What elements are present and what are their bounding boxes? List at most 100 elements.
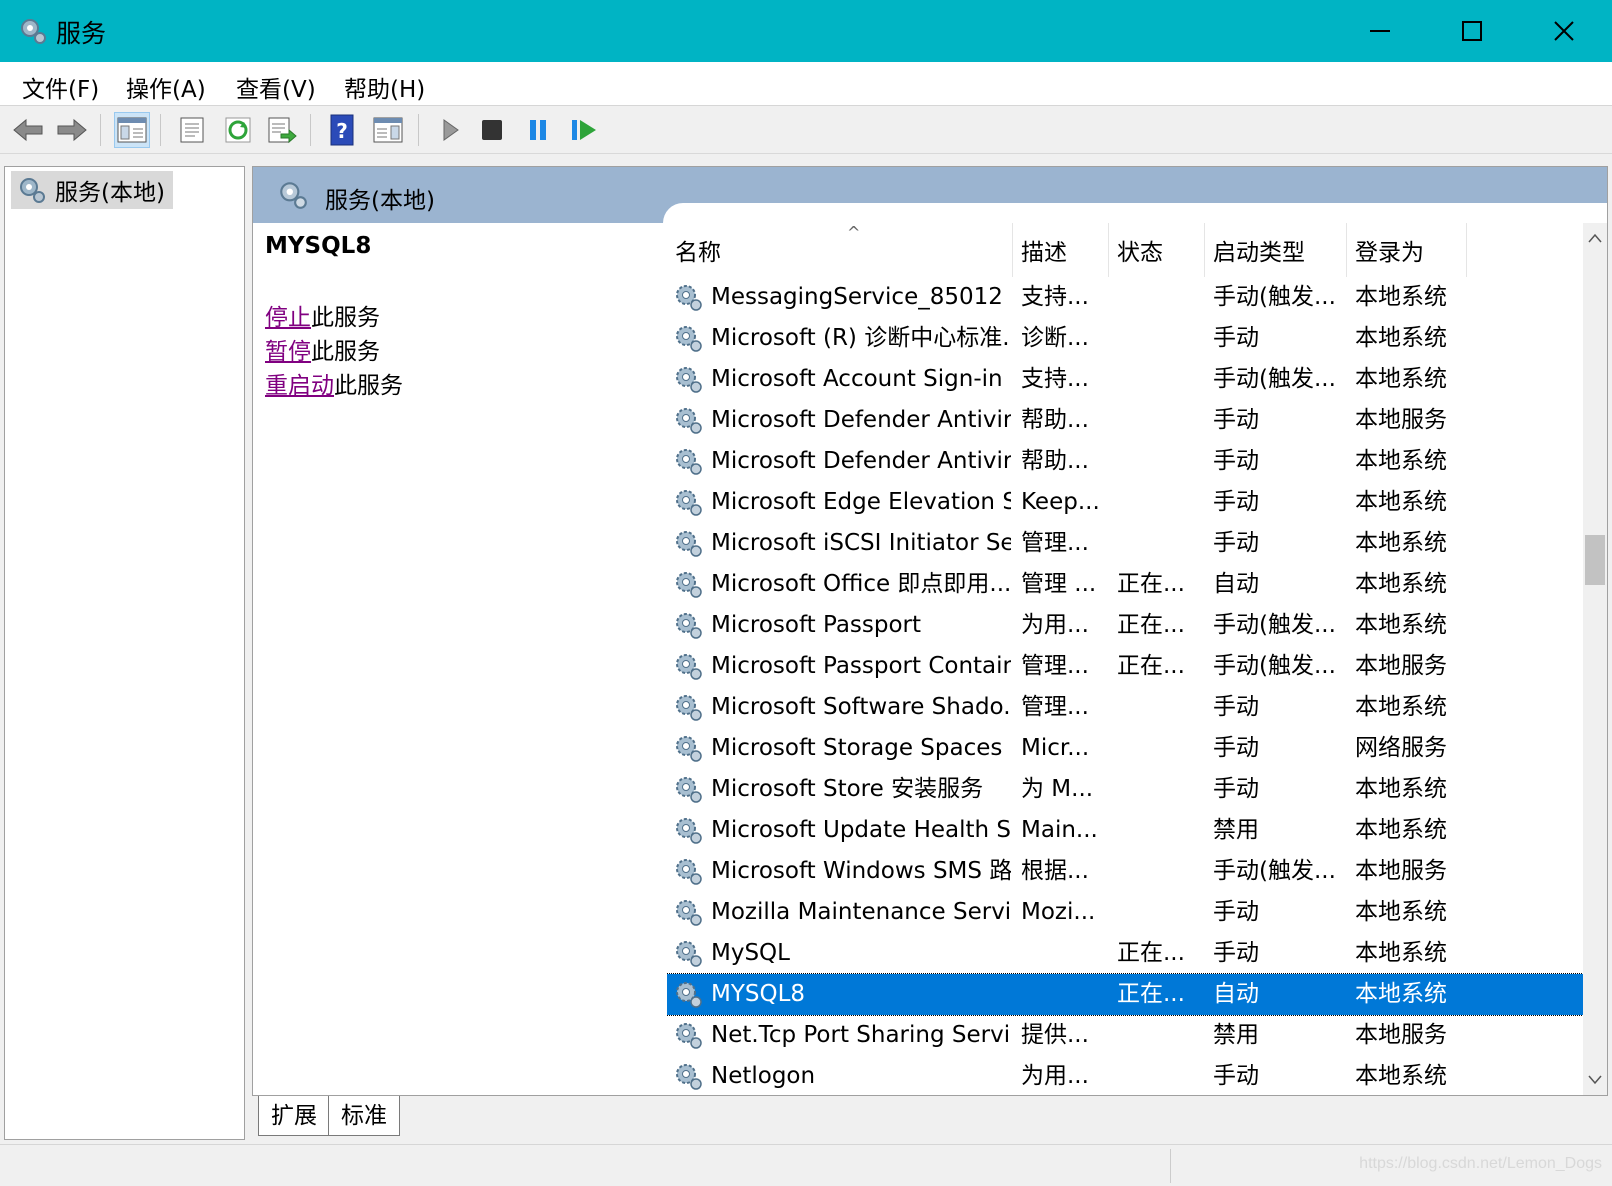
cell-startup: 禁用 [1213, 817, 1259, 843]
service-gear-icon [676, 736, 702, 762]
cell-logon: 本地服务 [1355, 1022, 1447, 1048]
cell-startup: 手动(触发... [1213, 366, 1336, 392]
action-pane-button[interactable] [370, 112, 406, 148]
restart-link[interactable]: 重启动 [265, 373, 334, 399]
properties-button[interactable] [174, 112, 210, 148]
cell-name: Microsoft Account Sign-in ... [711, 366, 1011, 392]
table-row[interactable]: Microsoft (R) 诊断中心标准... 诊断... 手动 本地系统 [667, 318, 1587, 359]
header-notch [663, 203, 1607, 223]
column-header-status[interactable]: 状态 [1109, 223, 1205, 277]
cell-startup: 自动 [1213, 981, 1259, 1007]
table-row[interactable]: MessagingService_85012 支持... 手动(触发... 本地系统 [667, 277, 1587, 318]
cell-status [1117, 1056, 1205, 1095]
table-row[interactable]: Net.Tcp Port Sharing Service 提供... 禁用 本地服务 [667, 1015, 1587, 1056]
scroll-up-button[interactable] [1583, 223, 1607, 253]
cell-desc: Mozi... [1021, 899, 1096, 925]
service-gear-icon [676, 900, 702, 926]
cell-desc: 管理... [1021, 530, 1089, 556]
tab-extended[interactable]: 扩展 [258, 1096, 330, 1136]
table-row[interactable]: MySQL 正在... 手动 本地系统 [667, 933, 1587, 974]
table-row[interactable]: Microsoft Software Shado... 管理... 手动 本地系统 [667, 687, 1587, 728]
services-table: ^ 名称 描述 状态 启动类型 登录为 MessagingService_850… [667, 223, 1587, 1095]
cell-logon: 本地系统 [1355, 571, 1447, 597]
table-row[interactable]: Microsoft Account Sign-in ... 支持... 手动(触发.… [667, 359, 1587, 400]
refresh-button[interactable] [220, 112, 256, 148]
toolbar-separator [310, 114, 311, 146]
cell-desc: 支持... [1021, 366, 1089, 392]
cell-status [1117, 769, 1205, 810]
selected-service-name: MYSQL8 [265, 233, 372, 259]
table-row[interactable]: Microsoft Update Health S... Main... 禁用 本地系… [667, 810, 1587, 851]
title-bar[interactable]: 服务 [0, 0, 1612, 62]
console-tree: 服务(本地) [4, 166, 245, 1140]
close-button[interactable] [1518, 0, 1610, 62]
pause-service-action: 暂停此服务 [265, 335, 645, 369]
table-row[interactable]: Microsoft Defender Antivir... 帮助... 手动 本地服务 [667, 400, 1587, 441]
stop-service-button[interactable] [474, 112, 510, 148]
toolbar-separator [100, 114, 101, 146]
tree-item-services-local[interactable]: 服务(本地) [11, 171, 173, 209]
table-row[interactable]: Mozilla Maintenance Service Mozi... 手动 本地系统 [667, 892, 1587, 933]
vertical-scrollbar[interactable] [1583, 223, 1607, 1095]
table-row[interactable]: Microsoft Passport Container 管理... 正在... 手动… [667, 646, 1587, 687]
maximize-icon [1462, 21, 1482, 41]
table-row[interactable]: Microsoft Windows SMS 路... 根据... 手动(触发... 本… [667, 851, 1587, 892]
table-row[interactable]: Microsoft iSCSI Initiator Ser... 管理... 手动 本… [667, 523, 1587, 564]
cell-name: Microsoft Store 安装服务 [711, 776, 984, 802]
table-row[interactable]: Microsoft Passport 为用... 正在... 手动(触发... 本地系统 [667, 605, 1587, 646]
cell-status [1117, 1015, 1205, 1056]
column-header-name[interactable]: 名称 [667, 223, 1013, 277]
scrollbar-thumb[interactable] [1585, 535, 1605, 585]
menu-help[interactable]: 帮助(H) [344, 70, 425, 104]
table-row[interactable]: Microsoft Defender Antivir... 帮助... 手动 本地系统 [667, 441, 1587, 482]
scroll-down-button[interactable] [1583, 1065, 1607, 1095]
cell-desc: 管理... [1021, 694, 1089, 720]
help-button[interactable]: ? [324, 112, 360, 148]
cell-name: Net.Tcp Port Sharing Service [711, 1022, 1011, 1048]
back-button[interactable] [10, 112, 46, 148]
pause-link[interactable]: 暂停 [265, 339, 311, 365]
column-header-description[interactable]: 描述 [1013, 223, 1109, 277]
maximize-button[interactable] [1426, 0, 1518, 62]
table-row[interactable]: Microsoft Office 即点即用... 管理 ... 正在... 自动 本地系… [667, 564, 1587, 605]
service-details: MYSQL8 停止此服务 暂停此服务 重启动此服务 [265, 233, 645, 403]
table-row[interactable]: MYSQL8 正在... 自动 本地系统 [667, 973, 1587, 1016]
cell-name: Microsoft (R) 诊断中心标准... [711, 325, 1011, 351]
menu-view[interactable]: 查看(V) [236, 70, 316, 104]
toolbar: ? [0, 106, 1612, 154]
pane-title: 服务(本地) [325, 188, 435, 214]
cell-status [1117, 441, 1205, 482]
table-row[interactable]: Netlogon 为用... 手动 本地系统 [667, 1056, 1587, 1095]
cell-status: 正在... [1117, 981, 1185, 1007]
table-row[interactable]: Microsoft Store 安装服务 为 M... 手动 本地系统 [667, 769, 1587, 810]
column-header-logon-as[interactable]: 登录为 [1347, 223, 1467, 277]
forward-arrow-icon [57, 118, 87, 142]
stop-link[interactable]: 停止 [265, 305, 311, 331]
minimize-button[interactable] [1334, 0, 1426, 62]
forward-button[interactable] [54, 112, 90, 148]
cell-desc: 为用... [1021, 612, 1089, 638]
start-service-button[interactable] [432, 112, 468, 148]
cell-name: Microsoft Windows SMS 路... [711, 858, 1011, 884]
column-header-startup-type[interactable]: 启动类型 [1205, 223, 1347, 277]
table-row[interactable]: Microsoft Edge Elevation S... Keep... 手动 本地… [667, 482, 1587, 523]
menu-file[interactable]: 文件(F) [22, 70, 99, 104]
pause-icon [530, 120, 546, 140]
cell-status: 正在... [1117, 612, 1185, 638]
export-list-button[interactable] [264, 112, 300, 148]
action-suffix: 此服务 [334, 373, 403, 399]
minimize-icon [1370, 30, 1390, 32]
help-icon: ? [330, 114, 354, 146]
restart-service-button[interactable] [566, 112, 602, 148]
cell-name: Microsoft Office 即点即用... [711, 571, 1011, 597]
menu-action[interactable]: 操作(A) [126, 70, 206, 104]
service-gear-icon [676, 859, 702, 885]
tab-standard[interactable]: 标准 [328, 1096, 400, 1136]
cell-startup: 手动 [1213, 899, 1259, 925]
cell-logon: 本地服务 [1355, 407, 1447, 433]
table-row[interactable]: Microsoft Storage Spaces S... Micr... 手动 网络… [667, 728, 1587, 769]
pause-service-button[interactable] [520, 112, 556, 148]
stop-icon [482, 120, 502, 140]
cell-logon: 本地系统 [1355, 530, 1447, 556]
show-hide-tree-button[interactable] [114, 112, 150, 148]
